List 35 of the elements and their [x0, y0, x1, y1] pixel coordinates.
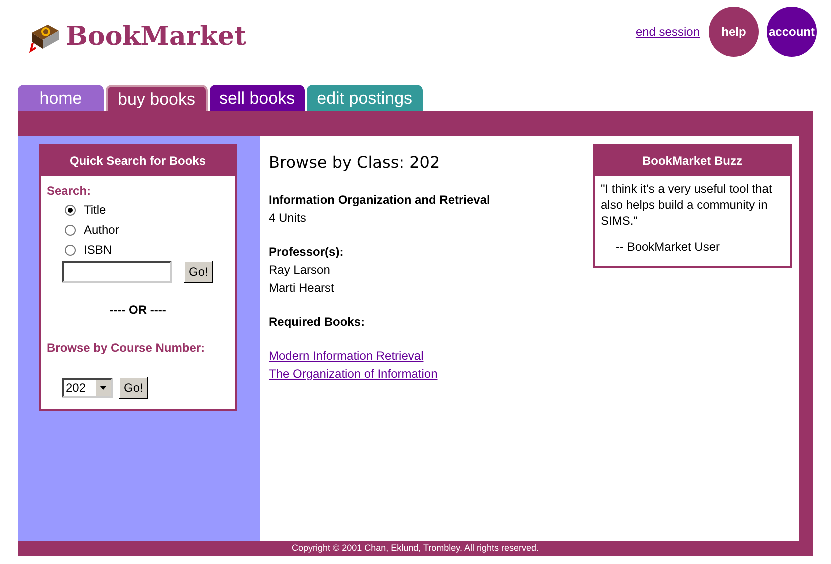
quote-text: "I think it's a very useful tool that also helps build a community in SIMS."	[601, 181, 774, 229]
or-divider-text: ---- OR ----	[108, 302, 168, 319]
radio-button[interactable]	[65, 204, 76, 216]
professor-name: Marti Hearst	[269, 280, 336, 297]
logo-text: BookMarket	[66, 21, 247, 54]
units-text: 4 Units	[269, 210, 308, 227]
book-link[interactable]: Modern Information Retrieval	[269, 349, 424, 363]
radio-button[interactable]	[65, 244, 76, 256]
footer-bar: Copyright © 2001 Chan, Eklund, Trombley. All rights reserved.	[18, 541, 813, 556]
search-field[interactable]	[62, 261, 172, 283]
radio-label: ISBN	[84, 242, 112, 259]
professors-label: Professor(s):	[269, 244, 345, 261]
nav-tab[interactable]: buy books	[106, 85, 208, 111]
go-button[interactable]: Go!	[184, 261, 214, 283]
nav-tab[interactable]: home	[18, 85, 104, 111]
radio-label: Title	[84, 202, 106, 219]
panel-title: Quick Search for Books	[41, 146, 235, 176]
end-session-link[interactable]: end session	[636, 23, 700, 41]
caret-icon	[100, 386, 107, 390]
radio-label: Author	[84, 222, 120, 239]
book-link[interactable]: The Organization of Information	[269, 367, 438, 381]
course-dropdown[interactable]: 202	[62, 378, 113, 398]
required-books-label: Required Books:	[269, 314, 366, 331]
professor-name: Ray Larson	[269, 262, 332, 279]
round-nav-button[interactable]: account	[767, 7, 817, 57]
go-button[interactable]: Go!	[119, 377, 148, 399]
attribution-text: -- BookMarket User	[616, 239, 722, 255]
nav-tab[interactable]: sell books	[210, 85, 306, 111]
round-nav-button[interactable]: help	[709, 7, 759, 57]
page-heading: Browse by Class: 202	[269, 152, 442, 174]
course-title: Information Organization and Retrieval	[269, 192, 490, 209]
search-label: Search:	[47, 183, 92, 200]
panel-title: BookMarket Buzz	[595, 146, 790, 176]
browse-label: Browse by Course Number:	[47, 340, 206, 357]
radio-button[interactable]	[65, 224, 76, 236]
